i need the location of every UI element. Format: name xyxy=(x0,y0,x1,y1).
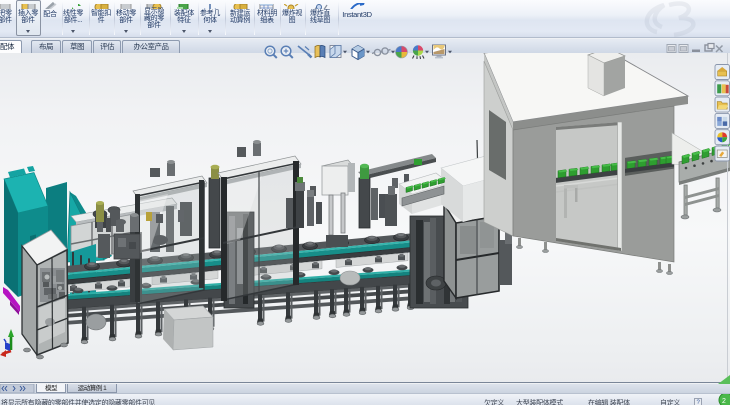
svg-text:2: 2 xyxy=(722,398,726,405)
